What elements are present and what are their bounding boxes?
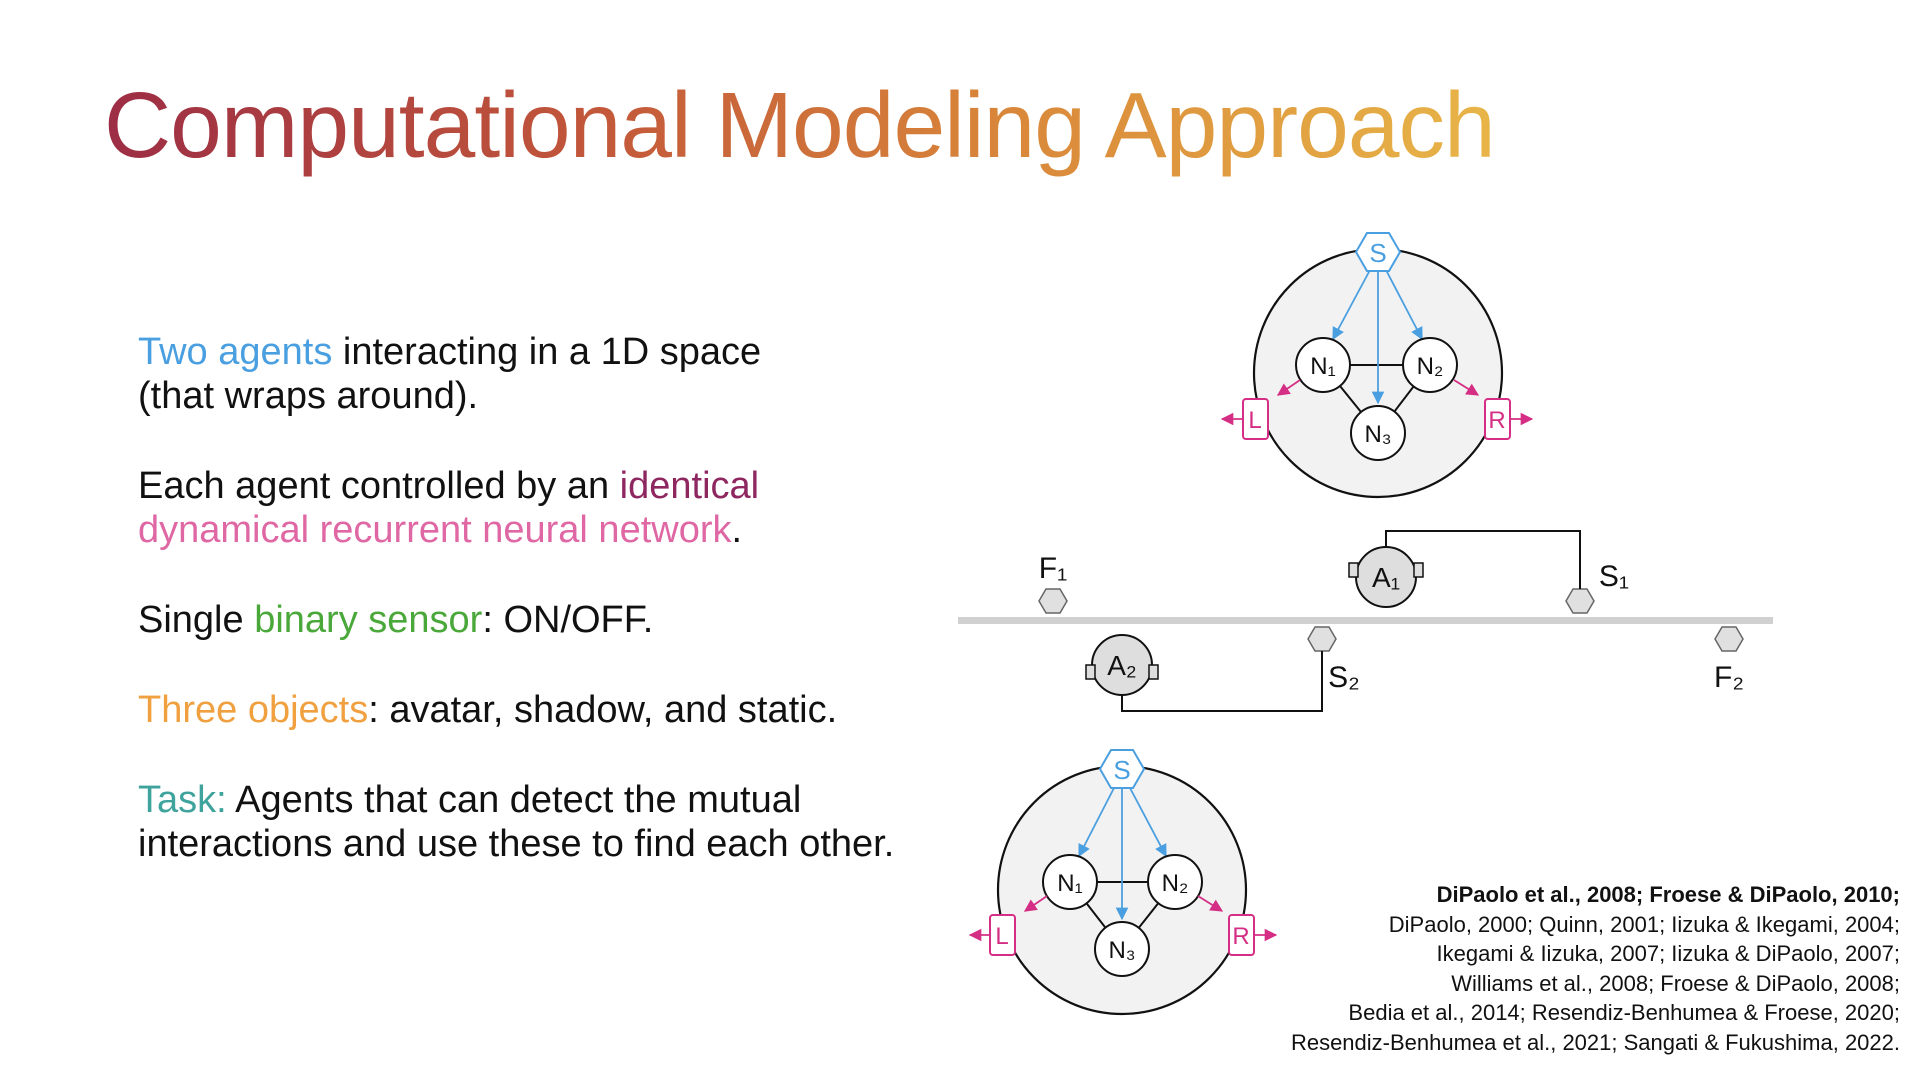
fixed-object-f1	[1038, 588, 1068, 614]
motor-l-label: L	[995, 923, 1008, 950]
shadow-s2-label: S₂	[1328, 661, 1360, 694]
reference-line: Bedia et al., 2014; Resendiz-Benhumea & …	[1348, 1000, 1900, 1025]
reference-line: Resendiz-Benhumea et al., 2021; Sangati …	[1290, 1029, 1900, 1055]
neuron-n3-label: N₃	[1108, 937, 1135, 964]
fixed-object-f2-label: F₂	[1714, 661, 1744, 694]
neuron-n2-label: N₂	[1162, 870, 1189, 897]
shadow-s1-label: S₁	[1599, 560, 1629, 593]
neuron-n2-label: N₂	[1417, 353, 1444, 380]
shadow-s2	[1307, 626, 1337, 652]
sensor-label: S	[1113, 755, 1130, 785]
reference-line: DiPaolo, 2000; Quinn, 2001; Iizuka & Ike…	[1388, 911, 1900, 937]
reference-line: Ikegami & Iizuka, 2007; Iizuka & DiPaolo…	[1436, 941, 1900, 966]
fixed-object-f1-label: F₁	[1039, 552, 1067, 585]
reference-line: DiPaolo et al., 2008; Froese & DiPaolo, …	[1436, 882, 1900, 907]
reference-line: Williams et al., 2008; Froese & DiPaolo,…	[1451, 970, 1900, 996]
shadow-s1	[1565, 588, 1595, 614]
agent-a2-motor-left	[1085, 664, 1096, 680]
agent-a1-label: A₁	[1372, 562, 1400, 593]
neuron-n1-label: N₁	[1310, 353, 1335, 380]
agent-a1-motor-left	[1348, 562, 1359, 578]
agent-a2-label: A₂	[1107, 650, 1137, 681]
sensor-label: S	[1369, 238, 1386, 268]
network-bottom: S N₁ N₂ N₃ L R	[968, 749, 1278, 1016]
neuron-n1-label: N₁	[1057, 870, 1082, 897]
motor-l-label: L	[1248, 407, 1261, 434]
neuron-n3-label: N₃	[1364, 421, 1391, 448]
motor-r-label: R	[1488, 407, 1505, 434]
environment-track	[958, 617, 1773, 624]
agent-a2-motor-right	[1148, 664, 1159, 680]
agent-a1-motor-right	[1413, 562, 1424, 578]
fixed-object-f2	[1714, 626, 1744, 652]
references: DiPaolo et al., 2008; Froese & DiPaolo, …	[1291, 880, 1900, 1057]
motor-r-label: R	[1232, 923, 1249, 950]
network-top: S N₁ N₂ N₃ L R	[1220, 232, 1534, 499]
environment: F₁ F₂ S₁ S₂ A₁ A₂	[958, 530, 1773, 712]
